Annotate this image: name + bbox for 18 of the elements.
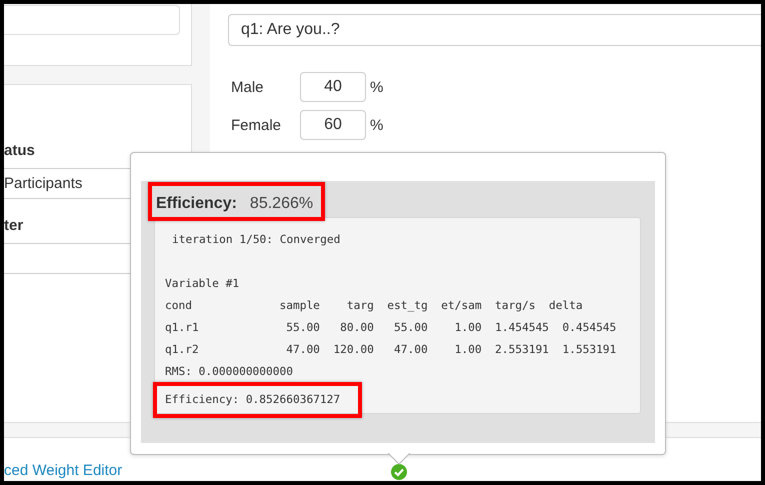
log-line: q1.r1 55.00 80.00 55.00 1.00 1.454545 0.454545 [165, 320, 616, 336]
log-line: RMS: 0.000000000000 [165, 364, 293, 380]
search-field[interactable] [4, 5, 180, 35]
section-heading: atus [4, 141, 36, 161]
percent-input[interactable]: 60 [300, 110, 366, 140]
efficiency-value: 85.266% [250, 195, 314, 213]
check-icon [391, 464, 407, 480]
log-line: iteration 1/50: Converged [171, 232, 342, 248]
log-line: q1.r2 47.00 120.00 47.00 1.00 2.553191 1.553191 [165, 342, 616, 358]
unit-label: % [370, 116, 384, 134]
category-label: Male [231, 78, 265, 96]
percent-input[interactable]: 40 [300, 72, 366, 102]
category-label: Female [231, 116, 282, 134]
log-line: cond sample targ est_tg et/sam targ/s delta [165, 298, 583, 314]
weight-editor-link[interactable]: ced Weight Editor [4, 462, 122, 479]
log-line: Variable #1 [165, 276, 240, 292]
question-field[interactable]: q1: Are you..? [228, 14, 761, 46]
unit-label: % [370, 78, 384, 96]
